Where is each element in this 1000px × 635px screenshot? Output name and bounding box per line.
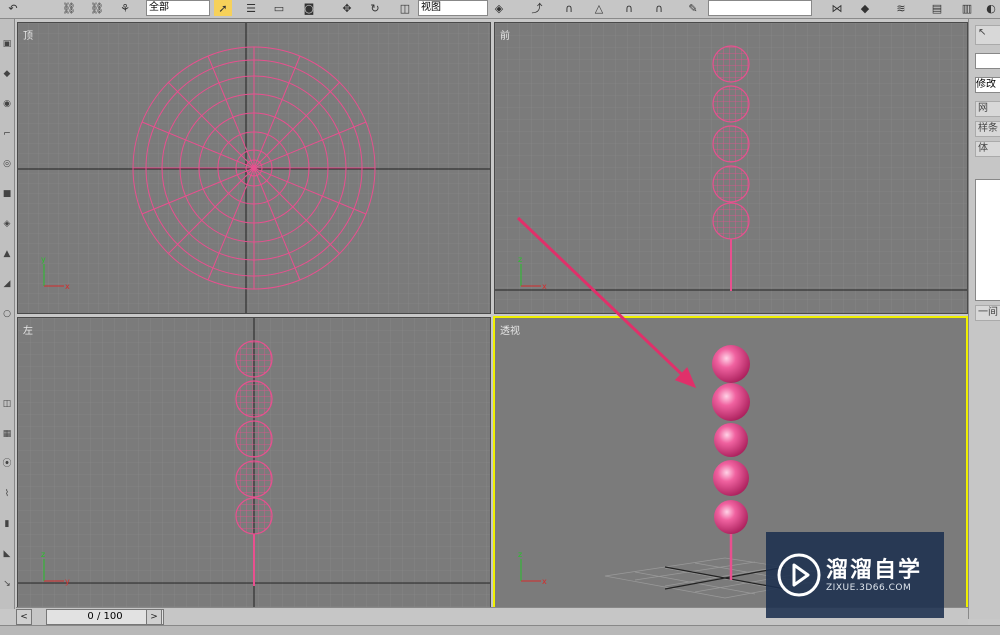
modifier-stack[interactable] [975,179,1000,301]
command-panel: ↖ 修改 网 样条 体 一间 [968,19,1000,619]
stack-tools[interactable]: 一间 [975,305,1000,321]
modifier-button-body[interactable]: 体 [975,141,1000,157]
watermark-url: ZIXUE.3D66.COM [826,583,912,593]
modifier-list-dropdown[interactable]: 修改 [975,77,1000,93]
watermark-brand: 溜溜自学 [826,558,923,583]
modifier-button-spline[interactable]: 样条 [975,121,1000,137]
play-logo-icon [777,553,821,597]
object-name-field[interactable] [975,53,1000,69]
modifier-button-mesh[interactable]: 网 [975,101,1000,117]
cursor-icon[interactable]: ↖ [975,25,1000,45]
watermark-logo: 溜溜自学 ZIXUE.3D66.COM [766,532,944,618]
time-next-button[interactable]: > [146,609,162,625]
time-prev-button[interactable]: < [16,609,32,625]
